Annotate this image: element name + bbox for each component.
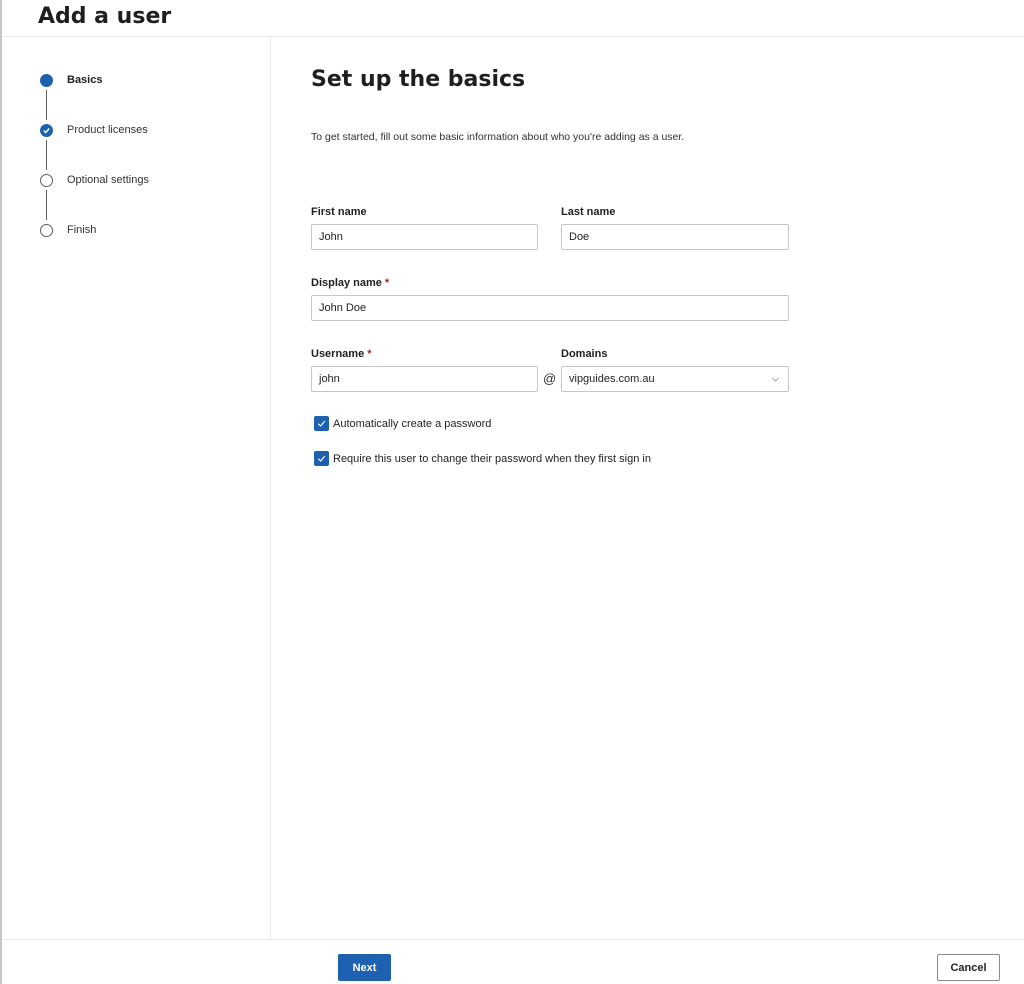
current-step-icon: [40, 73, 53, 87]
pending-step-icon: [40, 223, 53, 237]
at-symbol: @: [543, 371, 557, 386]
step-product-licenses[interactable]: Product licenses: [40, 120, 148, 140]
intro-text: To get started, fill out some basic info…: [311, 131, 685, 143]
username-label: Username: [311, 348, 365, 360]
footer-divider: [2, 939, 1024, 940]
display-name-label: Display name: [311, 277, 382, 289]
step-finish[interactable]: Finish: [40, 220, 96, 240]
display-name-label-row: Display name *: [311, 277, 389, 289]
checkmark-icon: [314, 416, 329, 431]
cancel-button[interactable]: Cancel: [937, 954, 1000, 981]
next-button[interactable]: Next: [338, 954, 391, 981]
checkmark-icon: [314, 451, 329, 466]
first-name-label: First name: [311, 206, 367, 218]
step-label: Finish: [67, 224, 97, 236]
checkmark-icon: [40, 123, 53, 137]
first-name-field[interactable]: John: [311, 224, 538, 250]
step-label: Basics: [67, 74, 103, 86]
page-title: Add a user: [38, 4, 172, 29]
required-marker: *: [384, 277, 390, 289]
step-connector: [46, 190, 47, 220]
step-connector: [46, 90, 47, 120]
chevron-down-icon: [772, 377, 779, 382]
last-name-label: Last name: [561, 206, 616, 218]
section-title: Set up the basics: [311, 67, 526, 92]
username-label-row: Username *: [311, 348, 371, 360]
step-optional-settings[interactable]: Optional settings: [40, 170, 149, 190]
auto-password-label: Automatically create a password: [333, 417, 492, 430]
require-change-label: Require this user to change their passwo…: [333, 452, 651, 465]
wizard-steps: Basics Product licenses Optional setting…: [2, 37, 271, 939]
auto-password-checkbox[interactable]: Automatically create a password: [314, 416, 491, 431]
require-change-checkbox[interactable]: Require this user to change their passwo…: [314, 451, 651, 466]
display-name-field[interactable]: John Doe: [311, 295, 789, 321]
domains-dropdown[interactable]: vipguides.com.au: [561, 366, 789, 392]
step-label: Optional settings: [67, 174, 149, 186]
step-basics[interactable]: Basics: [40, 70, 102, 90]
step-connector: [46, 140, 47, 170]
pending-step-icon: [40, 173, 53, 187]
last-name-field[interactable]: Doe: [561, 224, 789, 250]
domains-label: Domains: [561, 348, 608, 360]
username-field[interactable]: john: [311, 366, 538, 392]
step-label: Product licenses: [67, 124, 148, 136]
required-marker: *: [367, 348, 372, 360]
domains-selected-value: vipguides.com.au: [569, 373, 655, 385]
